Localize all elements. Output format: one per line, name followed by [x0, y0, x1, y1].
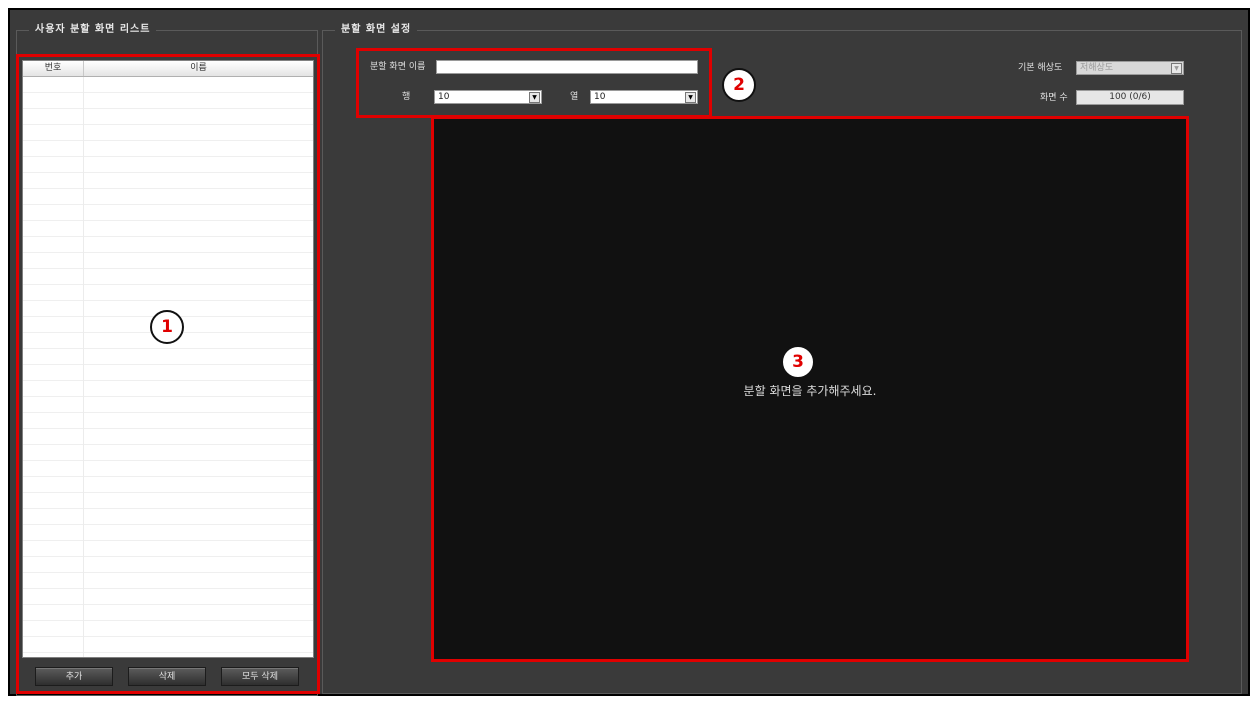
user-split-list-title: 사용자 분할 화면 리스트 — [29, 23, 157, 37]
screen-count-label: 화면 수 — [1040, 93, 1068, 103]
annotation-badge-1: 1 — [150, 310, 184, 344]
resolution-label: 기본 해상도 — [1018, 63, 1063, 73]
resolution-select-value: 저해상도 — [1080, 63, 1114, 73]
chevron-down-icon: ▼ — [1171, 63, 1182, 74]
annotation-badge-2: 2 — [722, 68, 756, 102]
resolution-select: 저해상도 ▼ — [1076, 61, 1184, 75]
annotation-box-1 — [16, 54, 320, 694]
screen-count-value: 100 (0/6) — [1076, 90, 1184, 105]
annotation-box-3 — [431, 116, 1189, 662]
split-settings-title: 분할 화면 설정 — [335, 23, 418, 37]
annotation-box-2 — [356, 48, 712, 118]
annotation-badge-3: 3 — [781, 345, 815, 379]
